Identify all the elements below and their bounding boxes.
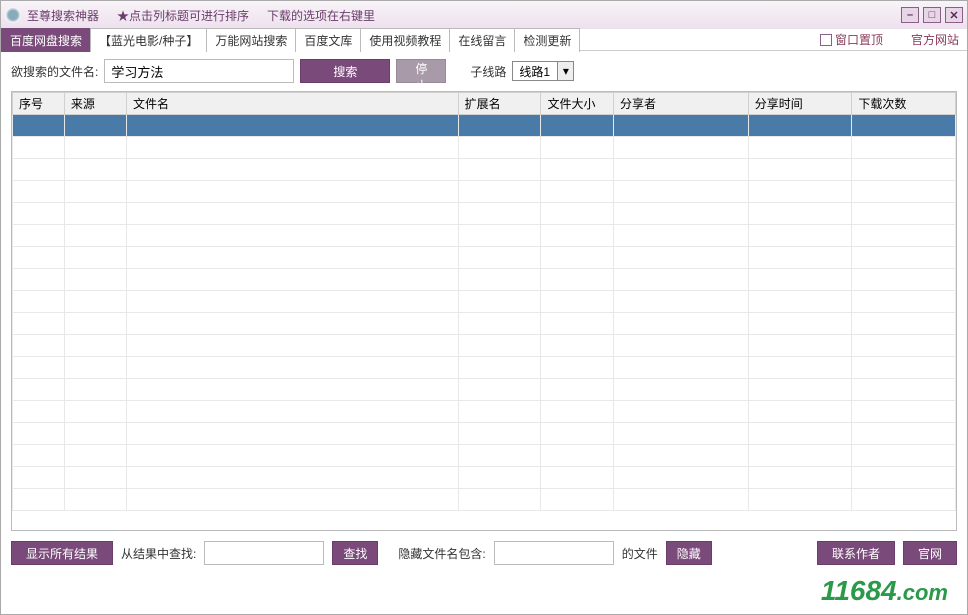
thread-select[interactable] bbox=[512, 61, 574, 81]
table-row[interactable] bbox=[13, 467, 956, 489]
tab-feedback[interactable]: 在线留言 bbox=[449, 28, 515, 52]
col-ext[interactable]: 扩展名 bbox=[458, 93, 541, 115]
table-row[interactable] bbox=[13, 313, 956, 335]
table-row[interactable] bbox=[13, 423, 956, 445]
find-button[interactable]: 查找 bbox=[332, 541, 378, 565]
search-input[interactable] bbox=[104, 59, 294, 83]
table-row[interactable] bbox=[13, 489, 956, 511]
checkbox-icon bbox=[820, 34, 832, 46]
maximize-button[interactable]: □ bbox=[923, 7, 941, 23]
pin-window-checkbox[interactable]: 窗口置顶 bbox=[820, 31, 883, 48]
col-dl[interactable]: 下载次数 bbox=[852, 93, 956, 115]
table-row[interactable] bbox=[13, 357, 956, 379]
minimize-button[interactable]: – bbox=[901, 7, 919, 23]
col-sharer[interactable]: 分享者 bbox=[614, 93, 749, 115]
tab-wenku[interactable]: 百度文库 bbox=[295, 28, 361, 52]
thread-label: 子线路 bbox=[470, 63, 506, 80]
stop-button[interactable]: 停止 bbox=[396, 59, 446, 83]
watermark-suffix: .com bbox=[897, 580, 948, 605]
table-row[interactable] bbox=[13, 137, 956, 159]
col-size[interactable]: 文件大小 bbox=[541, 93, 614, 115]
table-row[interactable] bbox=[13, 379, 956, 401]
site-button[interactable]: 官网 bbox=[903, 541, 957, 565]
titlebar: 至尊搜索神器 ★点击列标题可进行排序 下载的选项在右键里 – □ ✕ bbox=[1, 1, 967, 29]
tab-update[interactable]: 检测更新 bbox=[514, 28, 580, 52]
app-title: 至尊搜索神器 bbox=[27, 7, 99, 24]
show-all-button[interactable]: 显示所有结果 bbox=[11, 541, 113, 565]
close-button[interactable]: ✕ bbox=[945, 7, 963, 23]
tab-bluray[interactable]: 【蓝光电影/种子】 bbox=[90, 28, 207, 52]
tab-tutorial[interactable]: 使用视频教程 bbox=[360, 28, 450, 52]
results-table[interactable]: 序号 来源 文件名 扩展名 文件大小 分享者 分享时间 下载次数 bbox=[11, 91, 957, 531]
find-input[interactable] bbox=[204, 541, 324, 565]
pin-window-label: 窗口置顶 bbox=[835, 31, 883, 48]
contact-button[interactable]: 联系作者 bbox=[817, 541, 895, 565]
hide-button[interactable]: 隐藏 bbox=[666, 541, 712, 565]
search-row: 欲搜索的文件名: 搜索 停止 子线路 ▾ bbox=[11, 59, 957, 83]
watermark-main: 11684 bbox=[821, 575, 897, 606]
table-row[interactable] bbox=[13, 335, 956, 357]
hide-input[interactable] bbox=[494, 541, 614, 565]
table-row[interactable] bbox=[13, 291, 956, 313]
table-row[interactable] bbox=[13, 115, 956, 137]
watermark: 11684.com bbox=[821, 575, 948, 607]
find-label: 从结果中查找: bbox=[121, 545, 196, 562]
table-row[interactable] bbox=[13, 401, 956, 423]
table-row[interactable] bbox=[13, 181, 956, 203]
search-button[interactable]: 搜索 bbox=[300, 59, 390, 83]
title-text: 至尊搜索神器 ★点击列标题可进行排序 下载的选项在右键里 bbox=[27, 7, 375, 24]
table-row[interactable] bbox=[13, 225, 956, 247]
tab-universal[interactable]: 万能网站搜索 bbox=[206, 28, 296, 52]
table-row[interactable] bbox=[13, 247, 956, 269]
search-label: 欲搜索的文件名: bbox=[11, 63, 98, 80]
title-tip-sort: ★点击列标题可进行排序 bbox=[117, 7, 249, 24]
col-src[interactable]: 来源 bbox=[64, 93, 126, 115]
table-row[interactable] bbox=[13, 445, 956, 467]
table-row[interactable] bbox=[13, 159, 956, 181]
table-row[interactable] bbox=[13, 269, 956, 291]
hide-suffix: 的文件 bbox=[622, 545, 658, 562]
app-icon bbox=[5, 7, 21, 23]
tab-bar: 百度网盘搜索 【蓝光电影/种子】 万能网站搜索 百度文库 使用视频教程 在线留言… bbox=[1, 29, 967, 51]
col-time[interactable]: 分享时间 bbox=[748, 93, 852, 115]
official-site-link[interactable]: 官方网站 bbox=[911, 31, 959, 48]
col-seq[interactable]: 序号 bbox=[13, 93, 65, 115]
footer-bar: 显示所有结果 从结果中查找: 查找 隐藏文件名包含: 的文件 隐藏 联系作者 官… bbox=[11, 541, 957, 565]
tab-baidu-pan[interactable]: 百度网盘搜索 bbox=[1, 28, 91, 52]
table-row[interactable] bbox=[13, 203, 956, 225]
title-tip-download: 下载的选项在右键里 bbox=[267, 7, 375, 24]
col-name[interactable]: 文件名 bbox=[126, 93, 458, 115]
hide-label: 隐藏文件名包含: bbox=[398, 545, 485, 562]
